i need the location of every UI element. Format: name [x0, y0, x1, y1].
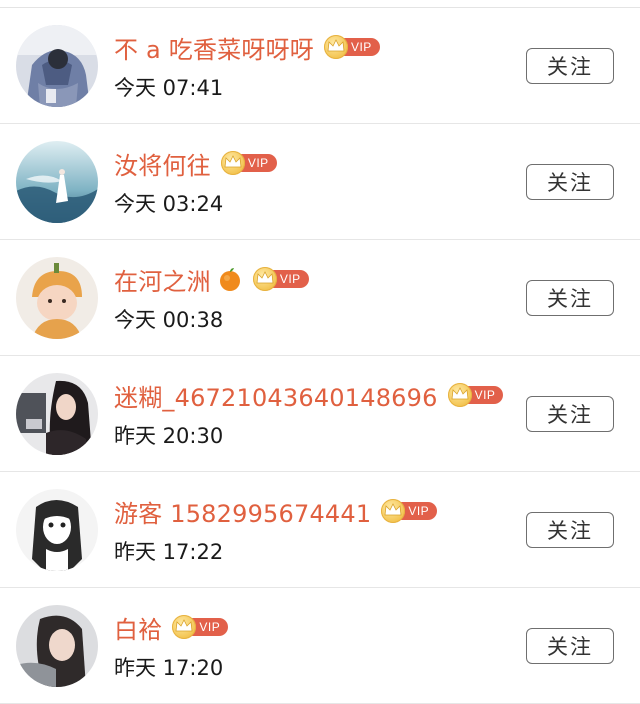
- visit-time: 今天 03:24: [114, 192, 224, 216]
- follow-button[interactable]: 关注: [526, 628, 614, 664]
- vip-badge: VIP: [447, 383, 504, 407]
- vip-badge: VIP: [323, 35, 380, 59]
- avatar-sky-figure-icon: [16, 141, 98, 223]
- vip-badge: VIP: [252, 267, 309, 291]
- name-line: 白袷 VIP: [114, 610, 229, 645]
- visit-time: 今天 00:38: [114, 308, 224, 332]
- username[interactable]: 不 a 吃香菜呀呀呀: [114, 30, 314, 65]
- crown-icon: [252, 267, 277, 291]
- crown-icon: [220, 151, 245, 175]
- avatar-hoodie-photo-icon: [16, 25, 98, 107]
- avatar[interactable]: [16, 25, 98, 107]
- follow-button[interactable]: 关注: [526, 164, 614, 200]
- list-item[interactable]: 不 a 吃香菜呀呀呀 VIP 今天 07:41 关注: [0, 8, 640, 124]
- username[interactable]: 白袷: [114, 610, 162, 645]
- visit-time: 昨天 17:22: [114, 540, 224, 564]
- orange-emoji-icon: [217, 266, 243, 292]
- list-item[interactable]: 在河之洲 VIP 今天 00:38 关注: [0, 240, 640, 356]
- vip-badge: VIP: [381, 499, 438, 523]
- avatar[interactable]: [16, 489, 98, 571]
- username[interactable]: 汝将何往: [114, 146, 211, 181]
- avatar[interactable]: [16, 605, 98, 687]
- follow-button[interactable]: 关注: [526, 48, 614, 84]
- avatar[interactable]: [16, 373, 98, 455]
- avatar-baby-hat-icon: [16, 257, 98, 339]
- avatar[interactable]: [16, 257, 98, 339]
- follower-list: 不 a 吃香菜呀呀呀 VIP 今天 07:41 关注 汝将何往 VIP 今天 0…: [0, 8, 640, 704]
- follow-button[interactable]: 关注: [526, 280, 614, 316]
- username[interactable]: 迷糊_46721043640148696: [114, 378, 438, 413]
- avatar[interactable]: [16, 141, 98, 223]
- vip-badge: VIP: [220, 151, 277, 175]
- crown-icon: [323, 35, 348, 59]
- name-line: 游客 1582995674441 VIP: [114, 494, 438, 529]
- follow-button[interactable]: 关注: [526, 512, 614, 548]
- avatar-anime-sketch-icon: [16, 489, 98, 571]
- username[interactable]: 游客 1582995674441: [114, 494, 371, 529]
- visit-time: 昨天 17:20: [114, 656, 224, 680]
- list-item[interactable]: 白袷 VIP 昨天 17:20 关注: [0, 588, 640, 704]
- list-item[interactable]: 游客 1582995674441 VIP 昨天 17:22 关注: [0, 472, 640, 588]
- name-line: 汝将何往 VIP: [114, 146, 277, 180]
- username[interactable]: 在河之洲: [114, 262, 211, 297]
- avatar-girl-phone-icon: [16, 373, 98, 455]
- vip-badge: VIP: [172, 615, 229, 639]
- avatar-woman-portrait-icon: [16, 605, 98, 687]
- visit-time: 今天 07:41: [114, 76, 224, 100]
- name-line: 迷糊_46721043640148696 VIP: [114, 378, 504, 413]
- list-item[interactable]: 汝将何往 VIP 今天 03:24 关注: [0, 124, 640, 240]
- follow-button[interactable]: 关注: [526, 396, 614, 432]
- name-line: 在河之洲 VIP: [114, 262, 309, 296]
- visit-time: 昨天 20:30: [114, 424, 224, 448]
- list-item[interactable]: 迷糊_46721043640148696 VIP 昨天 20:30 关注: [0, 356, 640, 472]
- name-line: 不 a 吃香菜呀呀呀 VIP: [114, 30, 380, 64]
- crown-icon: [447, 383, 472, 407]
